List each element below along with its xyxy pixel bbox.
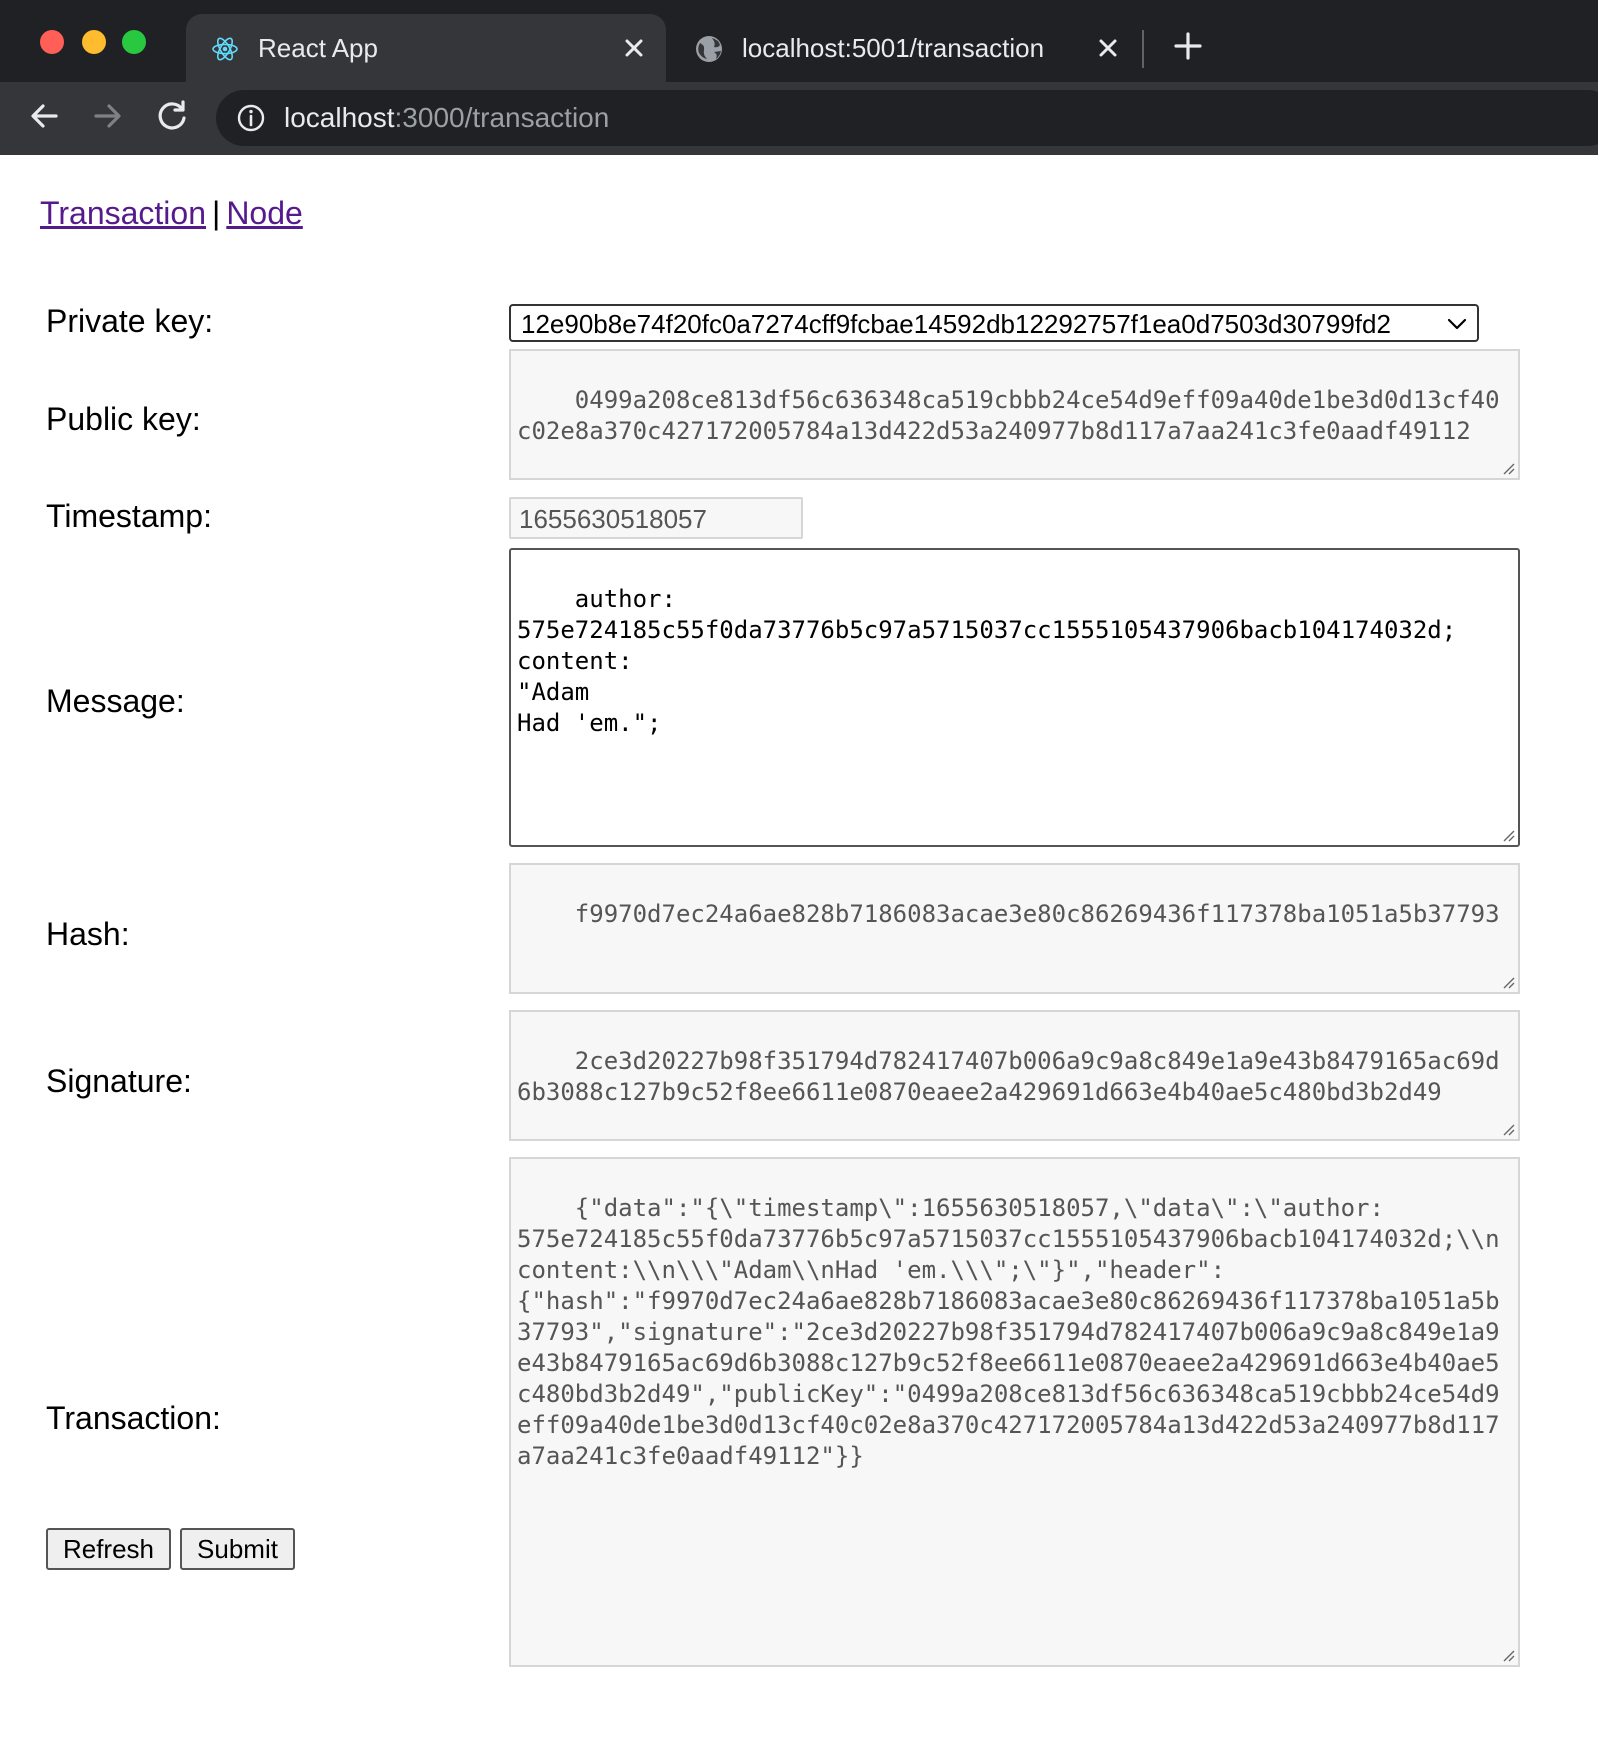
private-key-selected-value: 12e90b8e74f20fc0a7274cff9fcbae14592db122… <box>521 309 1391 339</box>
close-tab-icon[interactable] <box>1092 32 1124 64</box>
browser-chrome: React App localhost:5001/transaction loc… <box>0 0 1598 155</box>
address-url[interactable]: localhost:3000/transaction <box>284 102 609 134</box>
minimize-window-button[interactable] <box>82 30 106 54</box>
back-arrow-icon[interactable] <box>24 96 64 136</box>
resize-grip-icon[interactable] <box>1500 460 1516 476</box>
tab-title: localhost:5001/transaction <box>742 33 1045 63</box>
transaction-textarea[interactable]: {"data":"{\"timestamp\":1655630518057,\"… <box>509 1157 1520 1667</box>
chevron-down-icon <box>1447 318 1467 330</box>
nav-separator: | <box>212 195 221 231</box>
node-link[interactable]: Node <box>226 195 303 231</box>
refresh-button[interactable]: Refresh <box>46 1528 171 1570</box>
maximize-window-button[interactable] <box>122 30 146 54</box>
forward-arrow-icon[interactable] <box>88 96 128 136</box>
message-value: author: 575e724185c55f0da73776b5c97a5715… <box>517 585 1457 737</box>
signature-label: Signature: <box>46 1063 192 1099</box>
tab-localhost-5001[interactable]: localhost:5001/transaction <box>670 14 1140 82</box>
site-info-icon[interactable] <box>236 103 266 133</box>
resize-grip-icon[interactable] <box>1500 1647 1516 1663</box>
reload-icon[interactable] <box>152 96 192 136</box>
signature-value: 2ce3d20227b98f351794d782417407b006a9c9a8… <box>517 1047 1500 1106</box>
signature-textarea[interactable]: 2ce3d20227b98f351794d782417407b006a9c9a8… <box>509 1010 1520 1141</box>
transaction-label: Transaction: <box>46 1400 221 1436</box>
react-logo-icon <box>212 37 238 61</box>
tab-divider <box>1142 30 1144 68</box>
private-key-label: Private key: <box>46 303 214 339</box>
public-key-label: Public key: <box>46 401 201 437</box>
page-content: Transaction | Node Private key: 12e90b8e74… <box>0 155 1598 1754</box>
public-key-textarea[interactable]: 0499a208ce813df56c636348ca519cbbb24ce54d… <box>509 349 1520 480</box>
transaction-value: {"data":"{\"timestamp\":1655630518057,\"… <box>517 1194 1500 1470</box>
tab-strip: React App localhost:5001/transaction <box>0 0 1598 82</box>
tab-react-app[interactable]: React App <box>186 14 666 82</box>
tab-title: React App <box>258 33 378 63</box>
url-path: :3000/transaction <box>394 102 610 133</box>
timestamp-input[interactable]: 1655630518057 <box>509 497 803 539</box>
resize-grip-icon[interactable] <box>1500 974 1516 990</box>
close-tab-icon[interactable] <box>618 32 650 64</box>
new-tab-plus-icon[interactable] <box>1170 28 1206 64</box>
address-bar[interactable]: localhost:3000/transaction <box>216 90 1598 146</box>
message-label: Message: <box>46 683 185 719</box>
timestamp-value: 1655630518057 <box>519 504 707 534</box>
hash-value: f9970d7ec24a6ae828b7186083acae3e80c86269… <box>574 900 1500 928</box>
public-key-value: 0499a208ce813df56c636348ca519cbbb24ce54d… <box>517 386 1500 445</box>
browser-toolbar: localhost:3000/transaction <box>0 82 1598 155</box>
message-textarea[interactable]: author: 575e724185c55f0da73776b5c97a5715… <box>509 548 1520 847</box>
resize-grip-icon[interactable] <box>1500 827 1516 843</box>
transaction-link[interactable]: Transaction <box>40 195 206 231</box>
hash-textarea[interactable]: f9970d7ec24a6ae828b7186083acae3e80c86269… <box>509 863 1520 994</box>
resize-grip-icon[interactable] <box>1500 1121 1516 1137</box>
timestamp-label: Timestamp: <box>46 498 212 534</box>
submit-button[interactable]: Submit <box>180 1528 295 1570</box>
hash-label: Hash: <box>46 916 130 952</box>
url-host: localhost <box>284 102 395 133</box>
globe-icon <box>696 36 722 62</box>
top-navigation: Transaction | Node <box>40 195 303 232</box>
private-key-select[interactable]: 12e90b8e74f20fc0a7274cff9fcbae14592db122… <box>509 304 1479 342</box>
close-window-button[interactable] <box>40 30 64 54</box>
